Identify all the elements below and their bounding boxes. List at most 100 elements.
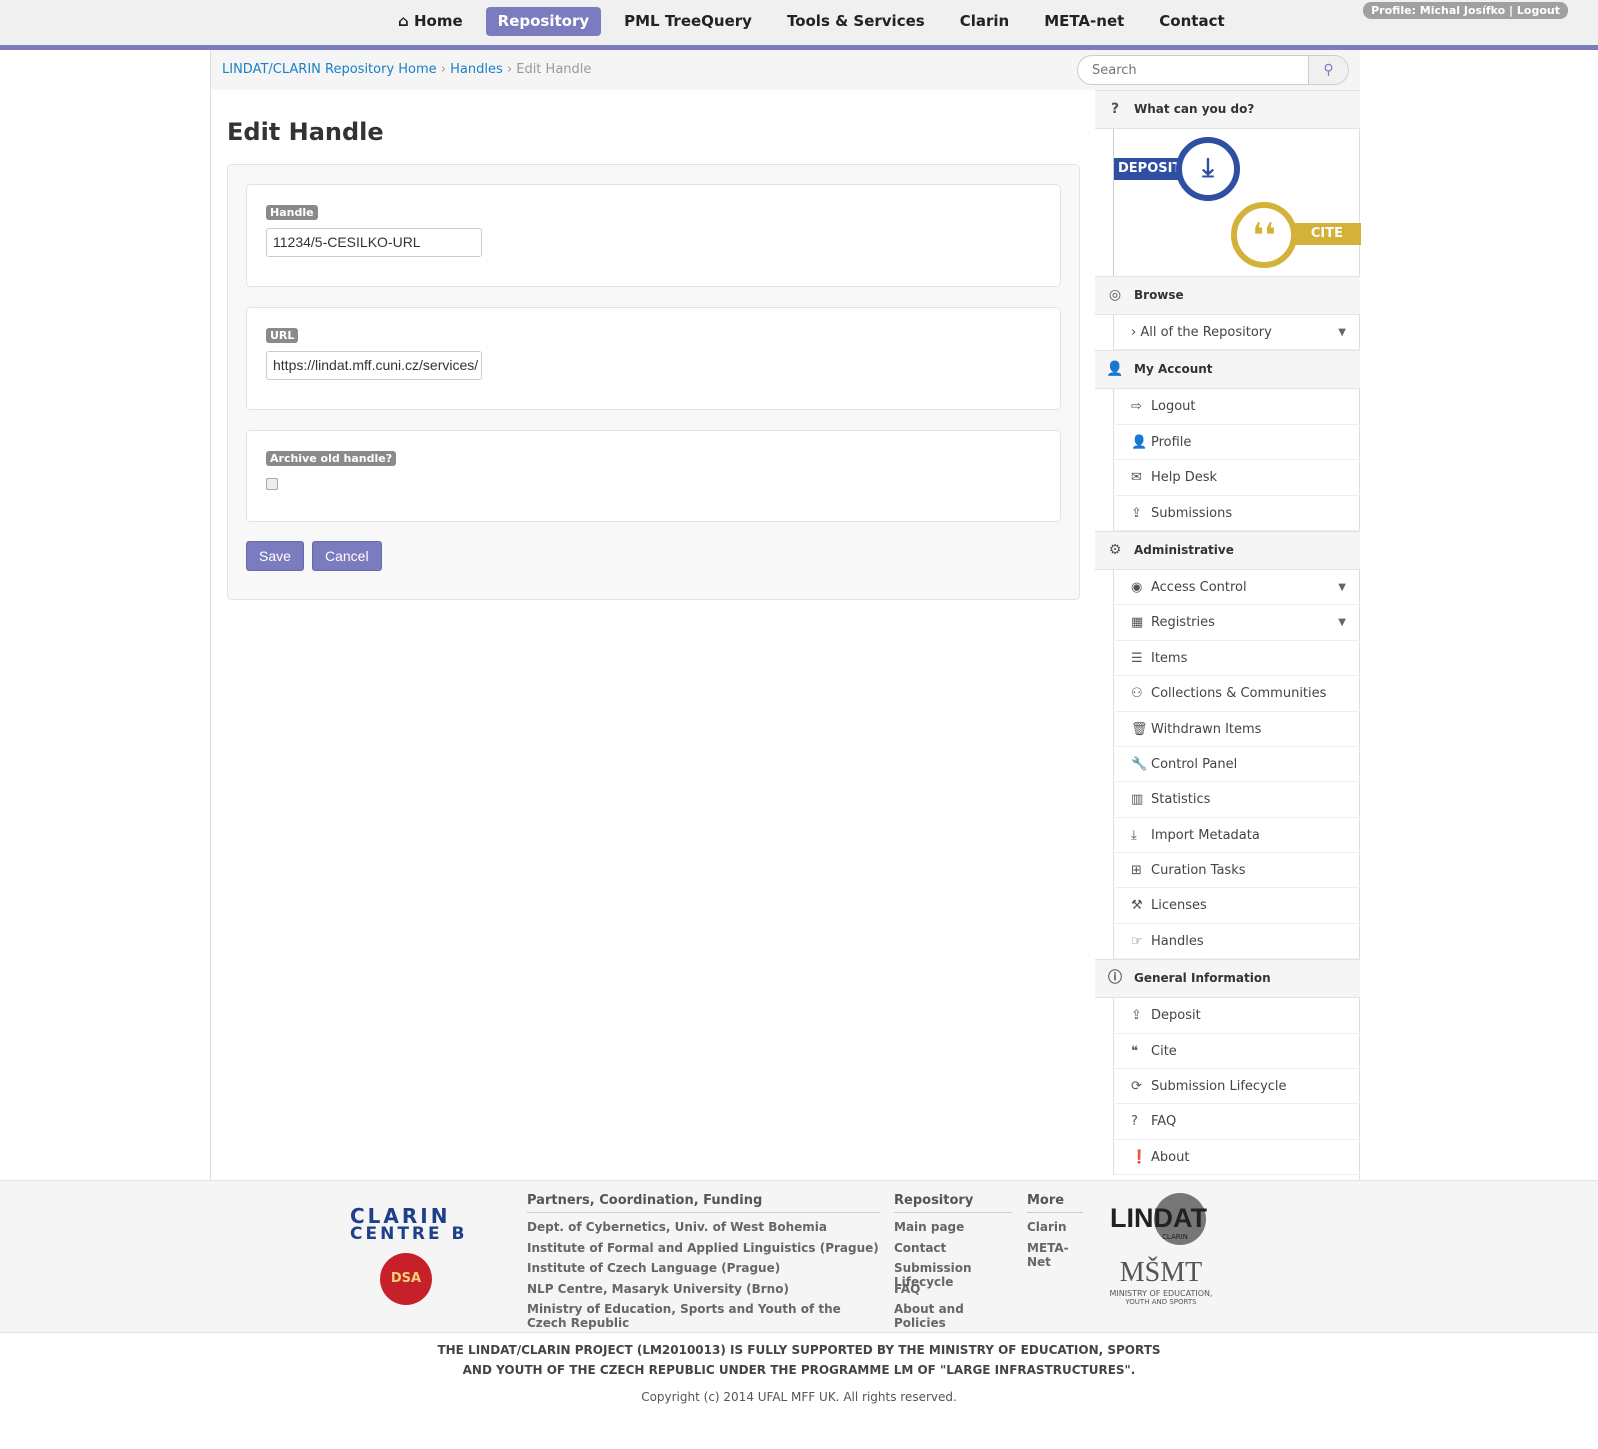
edit-handle-form: Handle 11234/5-CESILKO-URL URL https://l… <box>227 164 1080 600</box>
footer-link[interactable]: Ministry of Education, Sports and Youth … <box>527 1302 880 1330</box>
url-input[interactable]: https://lindat.mff.cuni.cz/services/ <box>266 351 482 380</box>
hand-point-icon: ☞ <box>1131 933 1143 949</box>
sidebar-header-general-information: ⓘ General Information <box>1095 959 1360 999</box>
promo-graphic: DEPOSIT ⤓ CITE ❛❛ <box>1113 129 1361 276</box>
archive-checkbox[interactable] <box>266 478 278 490</box>
nav-pml-treequery[interactable]: PML TreeQuery <box>612 7 764 36</box>
sidebar-item-cite[interactable]: ❝ Cite <box>1113 1033 1360 1070</box>
url-label: URL <box>266 328 299 343</box>
sidebar-item-collections-communities[interactable]: ⚇ Collections & Communities <box>1113 676 1360 712</box>
footer-link[interactable]: Contact <box>894 1241 1012 1262</box>
sidebar-item-profile[interactable]: 👤 Profile <box>1113 424 1360 461</box>
breadcrumb-current: Edit Handle <box>516 62 592 77</box>
sidebar-item-logout[interactable]: ⇨ Logout <box>1113 389 1360 425</box>
nav-contact[interactable]: Contact <box>1147 7 1236 36</box>
sidebar-item-statistics[interactable]: ▥ Statistics <box>1113 782 1360 818</box>
sidebar-header-what: ? What can you do? <box>1095 90 1360 129</box>
sidebar-item-withdrawn-items[interactable]: 🗑 Withdrawn Items <box>1113 711 1360 747</box>
main-container: LINDAT/CLARIN Repository Home › Handles … <box>210 50 1361 1180</box>
footer-link[interactable]: Clarin <box>1027 1220 1083 1241</box>
upload-icon: ⇪ <box>1131 505 1142 521</box>
footer-bottom: THE LINDAT/CLARIN PROJECT (LM2010013) IS… <box>437 1343 1161 1404</box>
sidebar-item-curation-tasks[interactable]: ⊞ Curation Tasks <box>1113 853 1360 889</box>
grid-icon: ▦ <box>1131 615 1144 631</box>
cancel-button[interactable]: Cancel <box>312 541 382 571</box>
footer-link[interactable]: About and Policies <box>894 1302 1012 1330</box>
wrench-icon: 🔧 <box>1131 756 1148 772</box>
footer-link[interactable]: META-Net <box>1027 1241 1083 1269</box>
sidebar-item-help-desk[interactable]: ✉ Help Desk <box>1113 460 1360 496</box>
breadcrumb-bar: LINDAT/CLARIN Repository Home › Handles … <box>211 50 1360 90</box>
list-icon: ☰ <box>1131 650 1143 666</box>
sidebar-item-submissions[interactable]: ⇪ Submissions <box>1113 495 1360 531</box>
breadcrumb-home[interactable]: LINDAT/CLARIN Repository Home <box>222 62 437 77</box>
sidebar-item-handles[interactable]: ☞ Handles <box>1113 923 1360 960</box>
deposit-button[interactable]: DEPOSIT ⤓ <box>1114 137 1242 201</box>
search-box: ⚲ <box>1077 55 1349 85</box>
gavel-icon: ⚒ <box>1131 898 1143 914</box>
page-title: Edit Handle <box>227 118 384 146</box>
footer-link[interactable]: Institute of Czech Language (Prague) <box>527 1261 880 1282</box>
nav-clarin[interactable]: Clarin <box>948 7 1022 36</box>
profile-badge: Profile: Michal Josífko | Logout <box>1363 2 1568 19</box>
sidebar-item-access-control[interactable]: ◉ Access Control ▼ <box>1113 569 1360 606</box>
caret-down-icon: ▼ <box>1338 617 1346 629</box>
footer-link[interactable]: Institute of Formal and Applied Linguist… <box>527 1241 880 1262</box>
profile-link[interactable]: Profile: Michal Josífko <box>1371 4 1505 17</box>
target-icon: ◎ <box>1108 287 1122 303</box>
footer-link[interactable]: NLP Centre, Masaryk University (Brno) <box>527 1282 880 1303</box>
footer-link[interactable]: Submission Lifecycle <box>894 1261 1012 1289</box>
sidebar-header-my-account: 👤 My Account <box>1095 350 1360 390</box>
sidebar-header-browse: ◎ Browse <box>1095 276 1360 315</box>
medkit-icon: ⊞ <box>1131 863 1142 879</box>
handle-fieldset: Handle 11234/5-CESILKO-URL <box>246 184 1061 287</box>
footer-link[interactable]: Dept. of Cybernetics, Univ. of West Bohe… <box>527 1220 880 1241</box>
handle-label: Handle <box>266 205 318 220</box>
inbox-download-icon: ⤓ <box>1176 137 1240 201</box>
nav-home[interactable]: ⌂ Home <box>386 7 475 36</box>
sign-out-icon: ⇨ <box>1131 399 1142 415</box>
user-icon: 👤 <box>1106 361 1124 378</box>
sidebar-item-control-panel[interactable]: 🔧 Control Panel <box>1113 746 1360 783</box>
caret-down-icon: ▼ <box>1338 327 1346 338</box>
user-icon: 👤 <box>1131 434 1148 450</box>
lindat-logo: LINDAT CLARIN <box>1110 1193 1210 1249</box>
nav-tools-services[interactable]: Tools & Services <box>775 7 937 36</box>
sidebar-item-licenses[interactable]: ⚒ Licenses <box>1113 888 1360 924</box>
sidebar-item-items[interactable]: ☰ Items <box>1113 640 1360 677</box>
footer-link[interactable]: Main page <box>894 1220 1012 1241</box>
eye-slash-icon: ◉ <box>1131 579 1143 595</box>
dsa-seal-logo: DSA <box>380 1253 432 1305</box>
sitemap-icon: ⚇ <box>1131 686 1143 702</box>
search-button[interactable]: ⚲ <box>1308 56 1348 84</box>
save-button[interactable]: Save <box>246 541 304 571</box>
breadcrumb-handles[interactable]: Handles <box>450 62 503 77</box>
sidebar-item-about[interactable]: ❗ About <box>1113 1139 1360 1176</box>
breadcrumb: LINDAT/CLARIN Repository Home › Handles … <box>222 62 592 77</box>
nav-meta-net[interactable]: META-net <box>1032 7 1136 36</box>
refresh-icon: ⟳ <box>1131 1079 1142 1095</box>
sidebar-item-all-repository[interactable]: › All of the Repository ▼ <box>1113 315 1360 351</box>
question-icon: ? <box>1131 1114 1138 1130</box>
sidebar-item-submission-lifecycle[interactable]: ⟳ Submission Lifecycle <box>1113 1069 1360 1105</box>
envelope-icon: ✉ <box>1131 470 1142 486</box>
footer-repository: Repository Main page Contact Submission Lif… <box>894 1193 1012 1330</box>
sidebar-item-deposit[interactable]: ⇪ Deposit <box>1113 998 1360 1034</box>
sidebar-item-registries[interactable]: ▦ Registries ▼ <box>1113 605 1360 641</box>
info-circle-icon: ⓘ <box>1108 970 1122 987</box>
top-navigation: ⌂ Home Repository PML TreeQuery Tools & … <box>0 0 1598 50</box>
sidebar-item-import-metadata[interactable]: ⤓ Import Metadata <box>1113 817 1360 854</box>
sidebar-item-faq[interactable]: ? FAQ <box>1113 1104 1360 1140</box>
question-circle-icon: ? <box>1110 101 1120 117</box>
quote-icon: ❛❛ <box>1231 202 1297 268</box>
search-icon: ⚲ <box>1323 62 1334 78</box>
cite-button[interactable]: CITE ❛❛ <box>1231 202 1361 268</box>
handle-input[interactable]: 11234/5-CESILKO-URL <box>266 228 482 257</box>
trash-icon: 🗑 <box>1131 721 1148 737</box>
footer-more: More Clarin META-Net <box>1027 1193 1083 1269</box>
footer-partners: Partners, Coordination, Funding Dept. of … <box>527 1193 880 1331</box>
logout-link[interactable]: Logout <box>1517 4 1560 17</box>
url-fieldset: URL https://lindat.mff.cuni.cz/services/ <box>246 307 1061 410</box>
search-input[interactable] <box>1078 56 1308 84</box>
nav-repository[interactable]: Repository <box>485 7 602 36</box>
